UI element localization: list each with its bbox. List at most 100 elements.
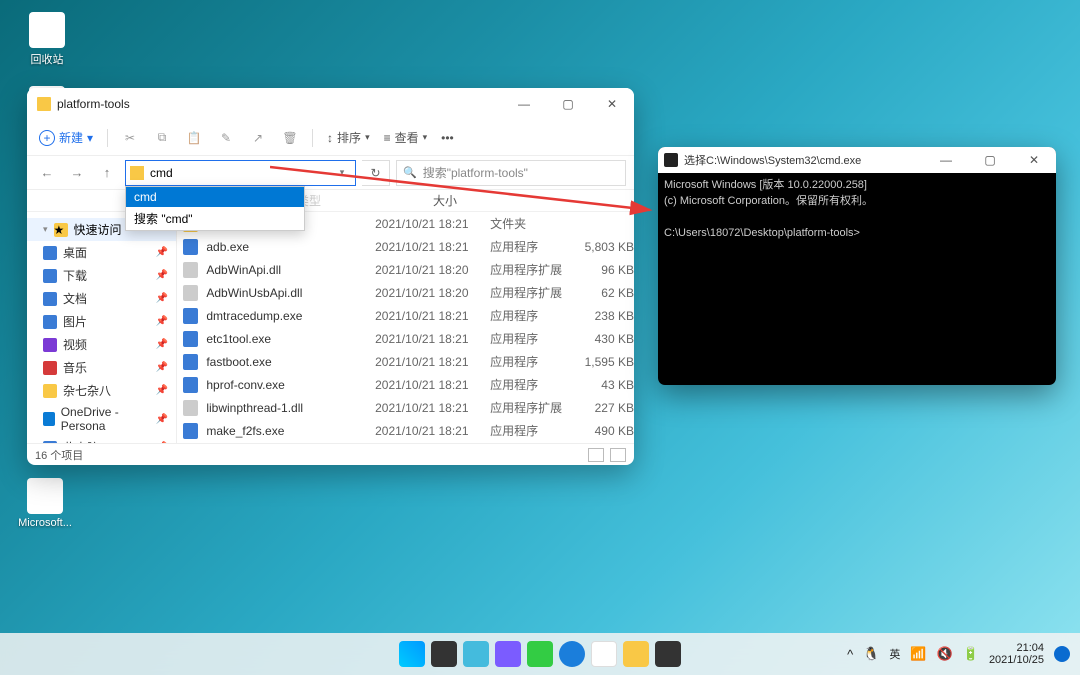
refresh-button[interactable]: ↻ [362, 160, 390, 186]
app-edge[interactable] [559, 641, 585, 667]
file-row[interactable]: AdbWinApi.dll 2021/10/21 18:20 应用程序扩展 96… [177, 258, 634, 281]
address-bar[interactable]: ▾ cmd 搜索 "cmd" [125, 160, 356, 186]
view-button[interactable]: ≡ 查看 ▾ [384, 129, 428, 146]
file-type: 应用程序 [490, 422, 576, 439]
file-icon [183, 239, 198, 255]
file-row[interactable]: dmtracedump.exe 2021/10/21 18:21 应用程序 23… [177, 304, 634, 327]
tray-notification-icon[interactable] [1054, 646, 1070, 662]
back-button[interactable]: ← [35, 161, 59, 185]
explorer-titlebar[interactable]: platform-tools — ▢ ✕ [27, 88, 634, 120]
app-explorer[interactable] [623, 641, 649, 667]
file-icon [183, 308, 198, 324]
sidebar-label: 桌面 [63, 244, 87, 261]
chat-button[interactable] [495, 641, 521, 667]
col-size[interactable]: 大小 [387, 192, 457, 209]
app-icon [29, 12, 65, 48]
file-date: 2021/10/21 18:21 [375, 401, 490, 415]
view-grid-icon[interactable] [610, 448, 626, 462]
desktop-icon[interactable]: 回收站 [12, 12, 82, 67]
tray-qq-icon[interactable]: 🐧 [863, 646, 879, 662]
file-date: 2021/10/21 18:21 [375, 378, 490, 392]
file-size: 43 KB [576, 378, 634, 392]
sidebar-item[interactable]: 桌面📌 [27, 241, 176, 264]
sort-icon: ↕ [327, 131, 333, 145]
tray-language[interactable]: 英 [889, 646, 900, 662]
start-button[interactable] [399, 641, 425, 667]
view-icon: ≡ [384, 131, 391, 145]
maximize-button[interactable]: ▢ [546, 88, 590, 120]
address-input[interactable] [150, 166, 333, 180]
explorer-toolbar: + 新建 ▾ ✂ ⧉ 📋 ✎ ↗ 🗑 ↕ 排序 ▾ ≡ 查看 ▾ ••• [27, 120, 634, 156]
sidebar-item[interactable]: 此电脑📌 [27, 436, 176, 443]
rename-icon[interactable]: ✎ [218, 130, 234, 146]
sidebar-item[interactable]: 杂七杂八📌 [27, 379, 176, 402]
sidebar-item[interactable]: 音乐📌 [27, 356, 176, 379]
sidebar-label: 杂七杂八 [63, 382, 111, 399]
sidebar-label: 下载 [63, 267, 87, 284]
toolbar-separator [107, 129, 108, 147]
tray-volume-icon[interactable]: 🔇 [937, 646, 953, 662]
task-view-button[interactable] [431, 641, 457, 667]
cmd-output[interactable]: Microsoft Windows [版本 10.0.22000.258] (c… [658, 173, 1056, 385]
sidebar-item[interactable]: 文档📌 [27, 287, 176, 310]
close-button[interactable]: ✕ [1012, 147, 1056, 176]
share-icon[interactable]: ↗ [250, 130, 266, 146]
cmd-titlebar[interactable]: 选择C:\Windows\System32\cmd.exe — ▢ ✕ [658, 147, 1056, 173]
paste-icon[interactable]: 📋 [186, 130, 202, 146]
tray-wifi-icon[interactable]: 📶 [910, 646, 926, 662]
close-button[interactable]: ✕ [590, 88, 634, 120]
app-wechat[interactable] [527, 641, 553, 667]
file-name: libwinpthread-1.dll [206, 401, 375, 415]
desktop-icon[interactable]: Microsoft... [10, 478, 80, 529]
app-icon [27, 478, 63, 514]
app-cmd[interactable] [655, 641, 681, 667]
widgets-button[interactable] [463, 641, 489, 667]
file-type: 应用程序 [490, 330, 576, 347]
cut-icon[interactable]: ✂ [122, 130, 138, 146]
file-date: 2021/10/21 18:21 [375, 424, 490, 438]
file-row[interactable]: etc1tool.exe 2021/10/21 18:21 应用程序 430 K… [177, 327, 634, 350]
app-generic[interactable] [591, 641, 617, 667]
dropdown-option-search[interactable]: 搜索 "cmd" [126, 207, 304, 230]
col-type[interactable]: 类型 [297, 192, 387, 209]
file-row[interactable]: libwinpthread-1.dll 2021/10/21 18:21 应用程… [177, 396, 634, 419]
file-name: hprof-conv.exe [206, 378, 375, 392]
pin-icon: 📌 [156, 362, 168, 373]
sort-button[interactable]: ↕ 排序 ▾ [327, 129, 370, 146]
dropdown-option-cmd[interactable]: cmd [126, 187, 304, 207]
pin-icon: 📌 [156, 414, 168, 425]
file-row[interactable]: fastboot.exe 2021/10/21 18:21 应用程序 1,595… [177, 350, 634, 373]
file-type: 文件夹 [490, 215, 576, 232]
sidebar-item[interactable]: 视频📌 [27, 333, 176, 356]
file-row[interactable]: adb.exe 2021/10/21 18:21 应用程序 5,803 KB [177, 235, 634, 258]
search-box[interactable]: 🔍 搜索"platform-tools" [396, 160, 626, 186]
window-title: platform-tools [57, 97, 502, 111]
pin-icon: 📌 [156, 270, 168, 281]
up-button[interactable]: ↑ [95, 161, 119, 185]
more-button[interactable]: ••• [441, 131, 454, 145]
file-name: dmtracedump.exe [206, 309, 375, 323]
explorer-navbar: ← → ↑ ▾ cmd 搜索 "cmd" ↻ 🔍 搜索"platform-too… [27, 156, 634, 190]
sidebar-item[interactable]: OneDrive - Persona📌 [27, 402, 176, 436]
file-size: 96 KB [576, 263, 634, 277]
sidebar-icon [43, 246, 57, 260]
maximize-button[interactable]: ▢ [968, 147, 1012, 176]
sidebar-item[interactable]: 下载 📌 [27, 264, 176, 287]
file-row[interactable]: AdbWinUsbApi.dll 2021/10/21 18:20 应用程序扩展… [177, 281, 634, 304]
file-size: 238 KB [576, 309, 634, 323]
tray-chevron-icon[interactable]: ^ [847, 647, 853, 662]
minimize-button[interactable]: — [924, 147, 968, 176]
sidebar-item[interactable]: 图片📌 [27, 310, 176, 333]
new-button[interactable]: + 新建 ▾ [39, 129, 93, 146]
delete-icon[interactable]: 🗑 [282, 130, 298, 146]
forward-button[interactable]: → [65, 161, 89, 185]
file-icon [183, 377, 198, 393]
tray-clock[interactable]: 21:04 2021/10/25 [989, 642, 1044, 666]
file-row[interactable]: make_f2fs.exe 2021/10/21 18:21 应用程序 490 … [177, 419, 634, 442]
view-details-icon[interactable] [588, 448, 604, 462]
chevron-down-icon[interactable]: ▾ [333, 167, 351, 178]
file-row[interactable]: hprof-conv.exe 2021/10/21 18:21 应用程序 43 … [177, 373, 634, 396]
minimize-button[interactable]: — [502, 88, 546, 120]
tray-battery-icon[interactable]: 🔋 [963, 646, 979, 662]
copy-icon[interactable]: ⧉ [154, 130, 170, 146]
